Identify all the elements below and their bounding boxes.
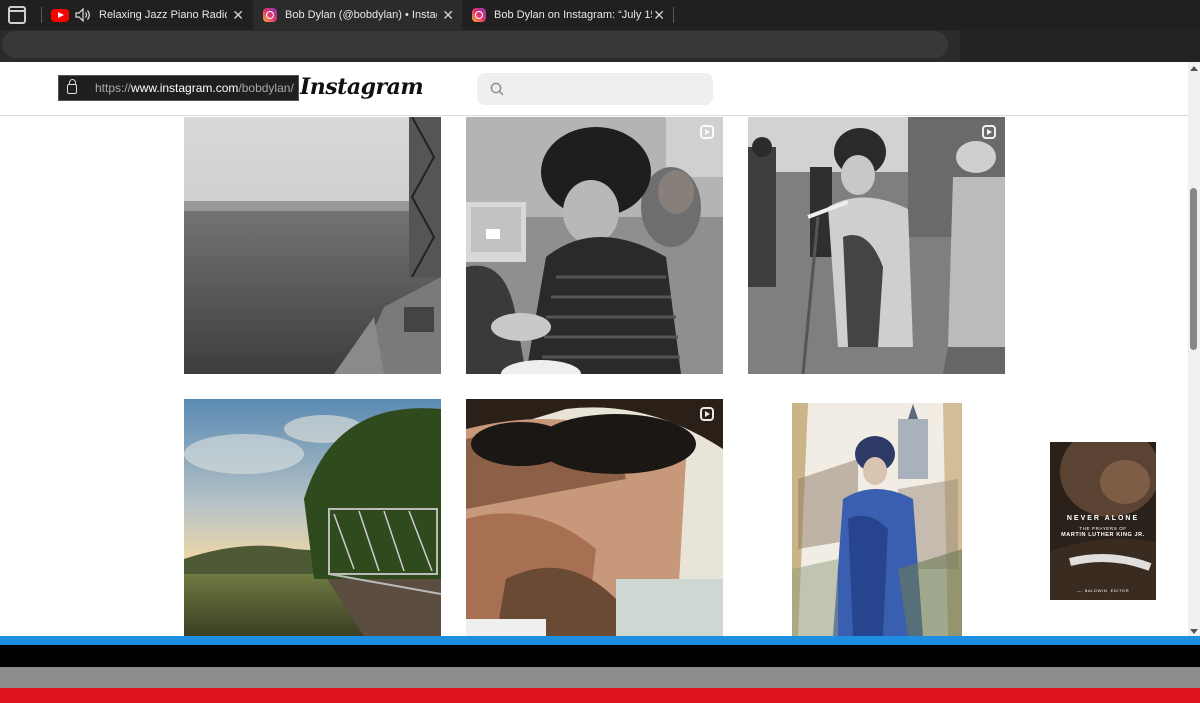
search-input[interactable] [477, 73, 713, 105]
post-sunglasses-closeup[interactable] [466, 399, 723, 636]
post-sunset-vineyard[interactable] [184, 399, 441, 636]
book-subtitle-name: MARTIN LUTHER KING JR. [1061, 532, 1145, 538]
instagram-icon [263, 8, 277, 22]
scroll-up-arrow-icon[interactable] [1190, 66, 1198, 71]
post-image [184, 117, 441, 374]
post-image [466, 117, 723, 374]
tab-title: Bob Dylan on Instagram: “July 15 [494, 9, 652, 21]
tab-title: Relaxing Jazz Piano Radio - [99, 9, 227, 21]
post-image [792, 403, 962, 636]
lock-icon [67, 79, 77, 94]
close-tab-icon[interactable]: ✕ [442, 8, 454, 22]
tab-bobdylan-post[interactable]: Bob Dylan on Instagram: “July 15 ✕ [463, 0, 673, 30]
band-black [0, 645, 1200, 667]
post-image [466, 399, 723, 636]
book-cover: NEVER ALONE THE PRAYERS OF MARTIN LUTHER… [1050, 442, 1156, 600]
tab-jazz-radio[interactable]: Relaxing Jazz Piano Radio - ✕ [44, 0, 252, 30]
url-path: /bobdylan/ [238, 81, 294, 95]
reel-icon [700, 125, 714, 139]
toolbar-extensions-area [960, 30, 1200, 62]
url-host: www.instagram.com [131, 81, 239, 95]
web-page: Instagram https:// www.instagram.com /bo… [0, 62, 1188, 636]
band-red [0, 688, 1200, 703]
instagram-logo[interactable]: Instagram [300, 74, 424, 100]
tab-actions-icon[interactable] [8, 6, 26, 24]
tab-bobdylan-profile[interactable]: Bob Dylan (@bobdylan) • Instagram ✕ [253, 0, 462, 30]
tab-title: Bob Dylan (@bobdylan) • Instagram [285, 9, 437, 21]
tab-strip: Relaxing Jazz Piano Radio - ✕ Bob Dylan … [0, 0, 1200, 30]
reel-icon [700, 407, 714, 421]
scroll-down-arrow-icon[interactable] [1190, 629, 1198, 634]
reel-icon [982, 125, 996, 139]
post-painting[interactable] [748, 399, 1005, 636]
post-image [748, 117, 1005, 374]
book-title: NEVER ALONE [1066, 515, 1140, 522]
band-blue [0, 636, 1200, 645]
scroll-thumb[interactable] [1190, 188, 1197, 350]
page-scrollbar[interactable] [1188, 62, 1200, 636]
post-crowd[interactable] [184, 117, 441, 374]
youtube-icon [51, 8, 69, 22]
close-tab-icon[interactable]: ✕ [232, 8, 244, 22]
url-scheme: https:// [95, 81, 132, 95]
book-subtitle: THE PRAYERS OF [1079, 526, 1127, 531]
post-field-performance[interactable] [748, 117, 1005, 374]
post-image [184, 399, 441, 636]
tab-divider [41, 7, 42, 23]
address-bar[interactable] [2, 31, 948, 58]
tab-divider [673, 7, 674, 23]
instagram-header: Instagram https:// www.instagram.com /bo… [0, 62, 1188, 116]
url-tooltip: https:// www.instagram.com /bobdylan/ [58, 75, 299, 101]
search-icon [490, 82, 504, 96]
book-editor: —, BALDWIN, EDITOR [1076, 588, 1130, 593]
close-tab-icon[interactable]: ✕ [653, 8, 665, 22]
speaker-icon[interactable] [75, 8, 91, 22]
instagram-icon [472, 8, 486, 22]
post-studio[interactable] [466, 117, 723, 374]
band-gray [0, 667, 1200, 688]
